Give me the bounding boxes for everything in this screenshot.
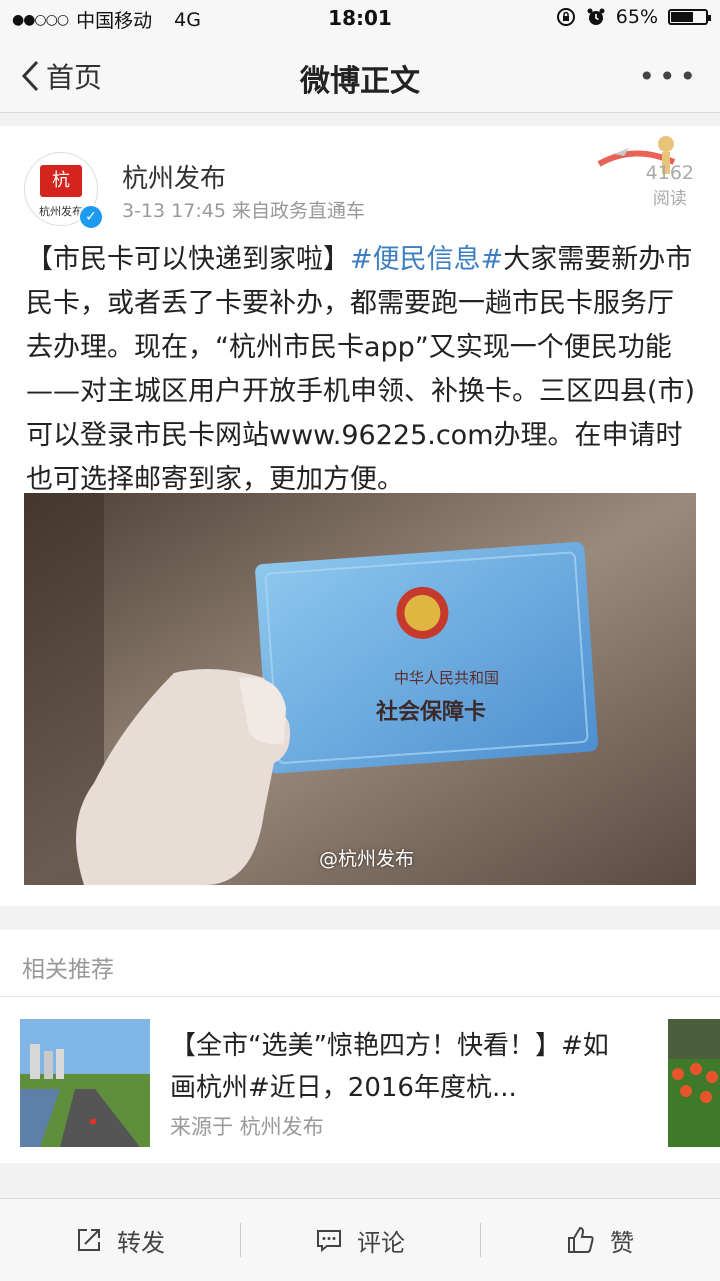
repost-icon bbox=[78, 1229, 100, 1251]
recommend-title: 【全市“选美”惊艳四方！快看！】#如画杭州#近日，2016年度杭... bbox=[170, 1031, 609, 1103]
card-text-title: 社会保障卡 bbox=[376, 699, 486, 725]
page-title: 微博正文 bbox=[300, 64, 420, 99]
status-right: 65% bbox=[556, 6, 711, 28]
social-security-card-photo: 中华人民共和国 社会保障卡 bbox=[24, 493, 696, 885]
post-headline: 【市民卡可以快递到家啦】 bbox=[26, 244, 350, 275]
recommend-thumbnail bbox=[20, 1019, 150, 1147]
comment-icon bbox=[317, 1230, 341, 1253]
like-button[interactable]: 赞 bbox=[480, 1199, 720, 1281]
image-watermark: @杭州发布 bbox=[318, 848, 414, 870]
post-image[interactable]: 中华人民共和国 社会保障卡 @杭州发布 bbox=[24, 493, 696, 885]
recommend-header-label: 相关推荐 bbox=[22, 957, 114, 983]
topic-tag-link[interactable]: #便民信息# bbox=[350, 244, 503, 275]
repost-label: 转发 bbox=[117, 1228, 165, 1257]
alarm-icon bbox=[587, 8, 605, 25]
rotation-lock-icon bbox=[556, 8, 575, 26]
navigation-bar: 首页 微博正文 ••• bbox=[0, 36, 720, 113]
read-count-label: 阅读 bbox=[652, 189, 687, 209]
repost-button[interactable]: 转发 bbox=[0, 1199, 240, 1281]
post-meta: 3-13 17:45 来自政务直通车 bbox=[122, 200, 365, 222]
verified-icon: ✓ bbox=[78, 204, 104, 230]
recommend-source: 来源于 杭州发布 bbox=[170, 1115, 324, 1139]
comment-label: 评论 bbox=[357, 1228, 405, 1257]
post-card: 杭 杭州发布 ✓ 杭州发布 3-13 17:45 来自政务直通车 4162 阅读… bbox=[0, 126, 720, 906]
recommend-header: 相关推荐 bbox=[0, 930, 720, 997]
post-body: 大家需要新办市民卡，或者丢了卡要补办，都需要跑一趟市民卡服务厅去办理。现在，“杭… bbox=[26, 244, 696, 495]
like-label: 赞 bbox=[610, 1228, 634, 1257]
tulip-field-image bbox=[668, 1019, 720, 1147]
card-text-country: 中华人民共和国 bbox=[394, 669, 499, 687]
hangzhou-logo-icon: 杭 bbox=[40, 165, 82, 197]
city-landscape-image bbox=[20, 1019, 150, 1147]
battery-fill bbox=[671, 12, 694, 22]
battery-percent: 65% bbox=[615, 6, 658, 28]
recommend-thumbnail-next bbox=[668, 1019, 720, 1147]
more-options-button[interactable]: ••• bbox=[638, 60, 700, 93]
bottom-toolbar: 转发 评论 赞 bbox=[0, 1198, 720, 1281]
thumbs-up-icon bbox=[568, 1226, 594, 1253]
author-name[interactable]: 杭州发布 bbox=[122, 158, 226, 195]
recommend-item[interactable]: 【全市“选美”惊艳四方！快看！】#如画杭州#近日，2016年度杭... 来源于 … bbox=[0, 997, 720, 1163]
battery-icon bbox=[668, 9, 711, 25]
status-bar: ●●○○○ 中国移动 4G 18:01 65% bbox=[0, 0, 720, 36]
comment-button[interactable]: 评论 bbox=[240, 1199, 480, 1281]
post-text: 【市民卡可以快递到家啦】#便民信息#大家需要新办市民卡，或者丢了卡要补办，都需要… bbox=[26, 238, 696, 502]
read-count-value: 4162 bbox=[645, 162, 694, 184]
read-count: 4162 阅读 bbox=[597, 136, 694, 209]
